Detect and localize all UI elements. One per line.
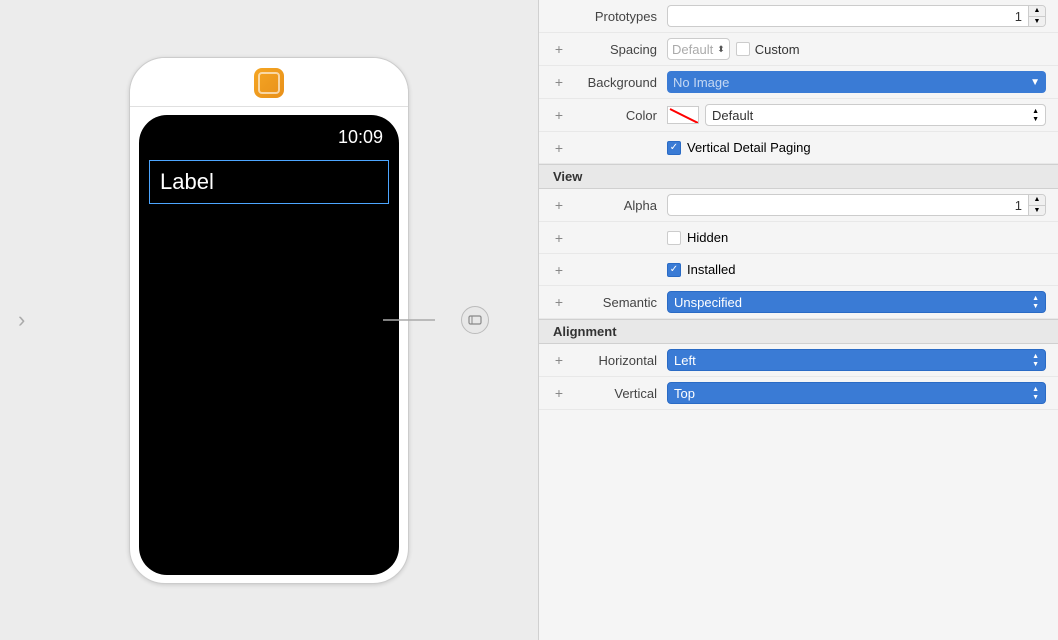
background-dropdown[interactable]: No Image ▼ bbox=[667, 71, 1046, 93]
hidden-row: + Hidden bbox=[539, 222, 1058, 254]
background-plus[interactable]: + bbox=[551, 75, 567, 89]
alpha-input[interactable] bbox=[667, 194, 1028, 216]
prototypes-label: Prototypes bbox=[567, 9, 657, 24]
prototypes-decrement[interactable]: ▼ bbox=[1029, 16, 1045, 26]
semantic-stepper-icon: ▲ ▼ bbox=[1032, 295, 1039, 310]
vertical-value: Top bbox=[674, 386, 695, 401]
color-content: Default ▲ ▼ bbox=[667, 104, 1046, 126]
watch-label-box[interactable]: Label bbox=[149, 160, 389, 204]
connector-line-svg bbox=[383, 319, 463, 321]
watch-label-text: Label bbox=[160, 169, 214, 194]
alpha-increment[interactable]: ▲ bbox=[1029, 195, 1045, 205]
horizontal-plus[interactable]: + bbox=[551, 353, 567, 367]
vertical-detail-paging-row: + Vertical Detail Paging bbox=[539, 132, 1058, 164]
inspector-panel: Prototypes ▲ ▼ + Spacing Default ⬍ Custo… bbox=[538, 0, 1058, 640]
vertical-dropdown[interactable]: Top ▲ ▼ bbox=[667, 382, 1046, 404]
prototypes-input[interactable] bbox=[667, 5, 1028, 27]
prototypes-content: ▲ ▼ bbox=[667, 5, 1046, 27]
horizontal-stepper-icon: ▲ ▼ bbox=[1032, 353, 1039, 368]
prototypes-input-group: ▲ ▼ bbox=[667, 5, 1046, 27]
watch-screen-wrapper: 10:09 Label bbox=[139, 115, 399, 575]
vertical-row: + Vertical Top ▲ ▼ bbox=[539, 377, 1058, 410]
alignment-section-title: Alignment bbox=[553, 324, 617, 339]
installed-row: + Installed bbox=[539, 254, 1058, 286]
semantic-plus[interactable]: + bbox=[551, 295, 567, 309]
semantic-label: Semantic bbox=[567, 295, 657, 310]
alpha-stepper: ▲ ▼ bbox=[1028, 194, 1046, 216]
semantic-row: + Semantic Unspecified ▲ ▼ bbox=[539, 286, 1058, 319]
color-row: + Color Default ▲ ▼ bbox=[539, 99, 1058, 132]
spacing-label: Spacing bbox=[567, 42, 657, 57]
watch-time: 10:09 bbox=[139, 115, 399, 156]
spacing-content: Default ⬍ Custom bbox=[667, 38, 1046, 60]
spacing-plus[interactable]: + bbox=[551, 42, 567, 56]
hidden-plus[interactable]: + bbox=[551, 231, 567, 245]
color-value: Default bbox=[712, 108, 753, 123]
watch-top-bar bbox=[130, 58, 408, 107]
connector-icon bbox=[468, 313, 482, 327]
watch-outer-frame: 10:09 Label bbox=[129, 57, 409, 584]
semantic-dropdown[interactable]: Unspecified ▲ ▼ bbox=[667, 291, 1046, 313]
background-chevron-icon: ▼ bbox=[1030, 77, 1040, 88]
vertical-detail-paging-checkbox[interactable] bbox=[667, 141, 681, 155]
installed-plus[interactable]: + bbox=[551, 263, 567, 277]
installed-content: Installed bbox=[667, 262, 1046, 277]
spacing-default-select[interactable]: Default ⬍ bbox=[667, 38, 730, 60]
hidden-checkbox[interactable] bbox=[667, 231, 681, 245]
alpha-decrement[interactable]: ▼ bbox=[1029, 205, 1045, 215]
spacing-default-text: Default bbox=[672, 42, 713, 57]
watch-screen: 10:09 Label bbox=[139, 115, 399, 575]
canvas-area: › 10:09 Label bbox=[0, 0, 538, 640]
semantic-content: Unspecified ▲ ▼ bbox=[667, 291, 1046, 313]
alpha-content: ▲ ▼ bbox=[667, 194, 1046, 216]
vertical-content: Top ▲ ▼ bbox=[667, 382, 1046, 404]
color-stepper-icon: ▲ ▼ bbox=[1032, 108, 1039, 123]
view-section-header: View bbox=[539, 164, 1058, 189]
connector bbox=[383, 306, 489, 334]
spacing-custom-wrapper: Custom bbox=[736, 42, 800, 57]
installed-label: Installed bbox=[687, 262, 735, 277]
view-section-title: View bbox=[553, 169, 582, 184]
alignment-section-header: Alignment bbox=[539, 319, 1058, 344]
alpha-input-group: ▲ ▼ bbox=[667, 194, 1046, 216]
spacing-row: + Spacing Default ⬍ Custom bbox=[539, 33, 1058, 66]
watch-device-container: 10:09 Label bbox=[129, 57, 409, 584]
horizontal-dropdown[interactable]: Left ▲ ▼ bbox=[667, 349, 1046, 371]
background-content: No Image ▼ bbox=[667, 71, 1046, 93]
horizontal-row: + Horizontal Left ▲ ▼ bbox=[539, 344, 1058, 377]
hidden-label: Hidden bbox=[687, 230, 728, 245]
installed-checkbox[interactable] bbox=[667, 263, 681, 277]
vertical-detail-paging-label: Vertical Detail Paging bbox=[687, 140, 811, 155]
semantic-value: Unspecified bbox=[674, 295, 742, 310]
spacing-custom-label: Custom bbox=[755, 42, 800, 57]
background-placeholder: No Image bbox=[673, 75, 729, 90]
vertical-plus[interactable]: + bbox=[551, 386, 567, 400]
spacing-stepper-icons: ⬍ bbox=[717, 44, 725, 55]
color-swatch-svg bbox=[668, 107, 699, 124]
color-swatch[interactable] bbox=[667, 106, 699, 124]
color-label: Color bbox=[567, 108, 657, 123]
alpha-plus[interactable]: + bbox=[551, 198, 567, 212]
prototypes-row: Prototypes ▲ ▼ bbox=[539, 0, 1058, 33]
background-label: Background bbox=[567, 75, 657, 90]
color-plus[interactable]: + bbox=[551, 108, 567, 122]
arrow-left-icon: › bbox=[18, 307, 25, 333]
prototypes-stepper: ▲ ▼ bbox=[1028, 5, 1046, 27]
horizontal-label: Horizontal bbox=[567, 353, 657, 368]
alpha-row: + Alpha ▲ ▼ bbox=[539, 189, 1058, 222]
horizontal-content: Left ▲ ▼ bbox=[667, 349, 1046, 371]
vertical-detail-paging-plus[interactable]: + bbox=[551, 141, 567, 155]
vertical-detail-paging-content: Vertical Detail Paging bbox=[667, 140, 1046, 155]
prototypes-increment[interactable]: ▲ bbox=[1029, 6, 1045, 16]
background-row: + Background No Image ▼ bbox=[539, 66, 1058, 99]
connector-circle bbox=[461, 306, 489, 334]
horizontal-value: Left bbox=[674, 353, 696, 368]
vertical-label: Vertical bbox=[567, 386, 657, 401]
spacing-checkbox[interactable] bbox=[736, 42, 750, 56]
hidden-content: Hidden bbox=[667, 230, 1046, 245]
alpha-label: Alpha bbox=[567, 198, 657, 213]
vertical-stepper-icon: ▲ ▼ bbox=[1032, 386, 1039, 401]
chip-icon bbox=[254, 68, 284, 98]
color-dropdown[interactable]: Default ▲ ▼ bbox=[705, 104, 1046, 126]
